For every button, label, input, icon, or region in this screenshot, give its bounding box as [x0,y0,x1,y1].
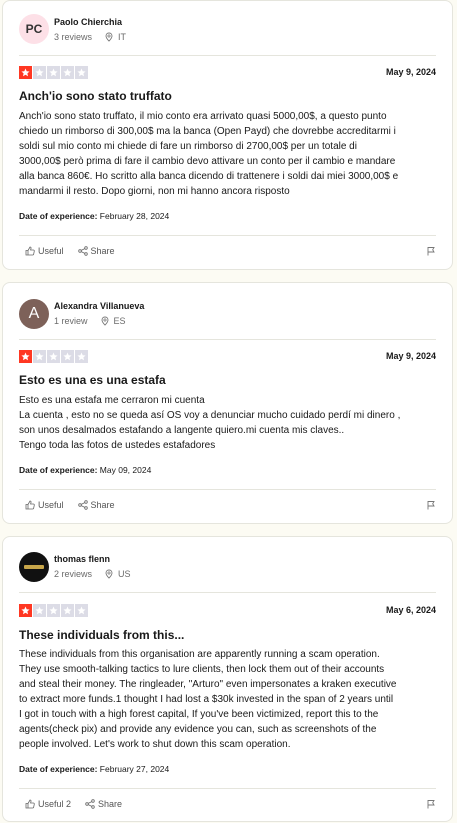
divider [19,592,436,593]
thumbs-up-icon [25,500,35,510]
useful-label: Useful [38,500,64,510]
star-icon [75,66,88,79]
star-rating [19,66,88,79]
review-title[interactable]: Anch'io sono stato truffato [19,89,172,103]
reviewer-meta: 2 reviews US [54,569,131,579]
star-icon [19,66,32,79]
review-actions: Useful 2 Share [25,799,122,809]
star-icon [75,604,88,617]
reviewer-name[interactable]: Alexandra Villanueva [54,301,144,311]
date-of-experience-value: February 28, 2024 [99,211,170,221]
star-icon [33,350,46,363]
thumbs-up-icon [25,799,35,809]
review-actions: Useful Share [25,500,115,510]
star-icon [33,604,46,617]
review-actions: Useful Share [25,246,115,256]
thumbs-up-icon [25,246,35,256]
star-icon [75,350,88,363]
avatar-logo [24,565,44,569]
review-title[interactable]: Esto es una es una estafa [19,373,166,387]
star-icon [47,350,60,363]
reviewer-meta: 1 review ES [54,316,126,326]
location-pin-icon [105,32,113,42]
review-date: May 6, 2024 [385,605,436,615]
divider [19,235,436,236]
review-title[interactable]: These individuals from this... [19,628,184,642]
star-icon [47,604,60,617]
reviewer-name[interactable]: thomas flenn [54,554,110,564]
divider [19,339,436,340]
share-label: Share [98,799,123,809]
share-icon [77,246,88,256]
review-count: 3 reviews [54,32,93,42]
review-body: Esto es una estafa me cerraron mi cuenta… [19,395,401,451]
star-rating [19,350,88,363]
review-count: 2 reviews [54,569,93,579]
divider [19,788,436,789]
useful-label: Useful 2 [38,799,72,809]
share-label: Share [90,246,115,256]
review-body: Anch'io sono stato truffato, il mio cont… [19,111,399,197]
review-date: May 9, 2024 [385,67,436,77]
useful-button[interactable]: Useful 2 [25,799,71,809]
star-icon [47,66,60,79]
share-button[interactable]: Share [77,246,115,256]
date-of-experience-value: May 09, 2024 [99,465,152,475]
avatar[interactable]: A [19,299,49,329]
star-icon [61,350,74,363]
star-rating [19,604,88,617]
share-label: Share [90,500,115,510]
reviewer-name[interactable]: Paolo Chierchia [54,17,122,27]
review-card: PC Paolo Chierchia 3 reviews IT May 9, 2… [2,0,453,270]
location-pin-icon [101,316,108,326]
star-icon [19,604,32,617]
flag-icon[interactable] [426,500,436,510]
review-count: 1 review [54,316,88,326]
flag-icon[interactable] [426,799,436,809]
share-button[interactable]: Share [85,799,122,809]
star-icon [33,66,46,79]
location-pin-icon [105,569,113,579]
share-icon [85,799,95,809]
country-code: US [118,569,131,579]
date-of-experience: Date of experience: May 09, 2024 [19,465,151,475]
date-of-experience: Date of experience: February 27, 2024 [19,764,169,774]
date-of-experience-label: Date of experience: [19,465,98,475]
share-button[interactable]: Share [77,500,115,510]
country-code: IT [118,32,127,42]
useful-button[interactable]: Useful [25,500,64,510]
useful-button[interactable]: Useful [25,246,64,256]
star-icon [19,350,32,363]
review-body: These individuals from this organisation… [19,649,397,750]
star-icon [61,66,74,79]
flag-icon[interactable] [426,246,436,256]
avatar[interactable] [19,552,49,582]
date-of-experience-label: Date of experience: [19,211,98,221]
reviewer-meta: 3 reviews IT [54,32,126,42]
date-of-experience-value: February 27, 2024 [99,764,170,774]
divider [19,489,436,490]
country-code: ES [113,316,126,326]
star-icon [61,604,74,617]
date-of-experience-label: Date of experience: [19,764,98,774]
avatar[interactable]: PC [19,14,49,44]
review-card: A Alexandra Villanueva 1 review ES May 9… [2,282,453,524]
date-of-experience: Date of experience: February 28, 2024 [19,211,169,221]
useful-label: Useful [38,246,64,256]
review-card: thomas flenn 2 reviews US May 6, 2024 Th… [2,536,453,822]
review-date: May 9, 2024 [385,351,436,361]
divider [19,55,436,56]
share-icon [77,500,88,510]
